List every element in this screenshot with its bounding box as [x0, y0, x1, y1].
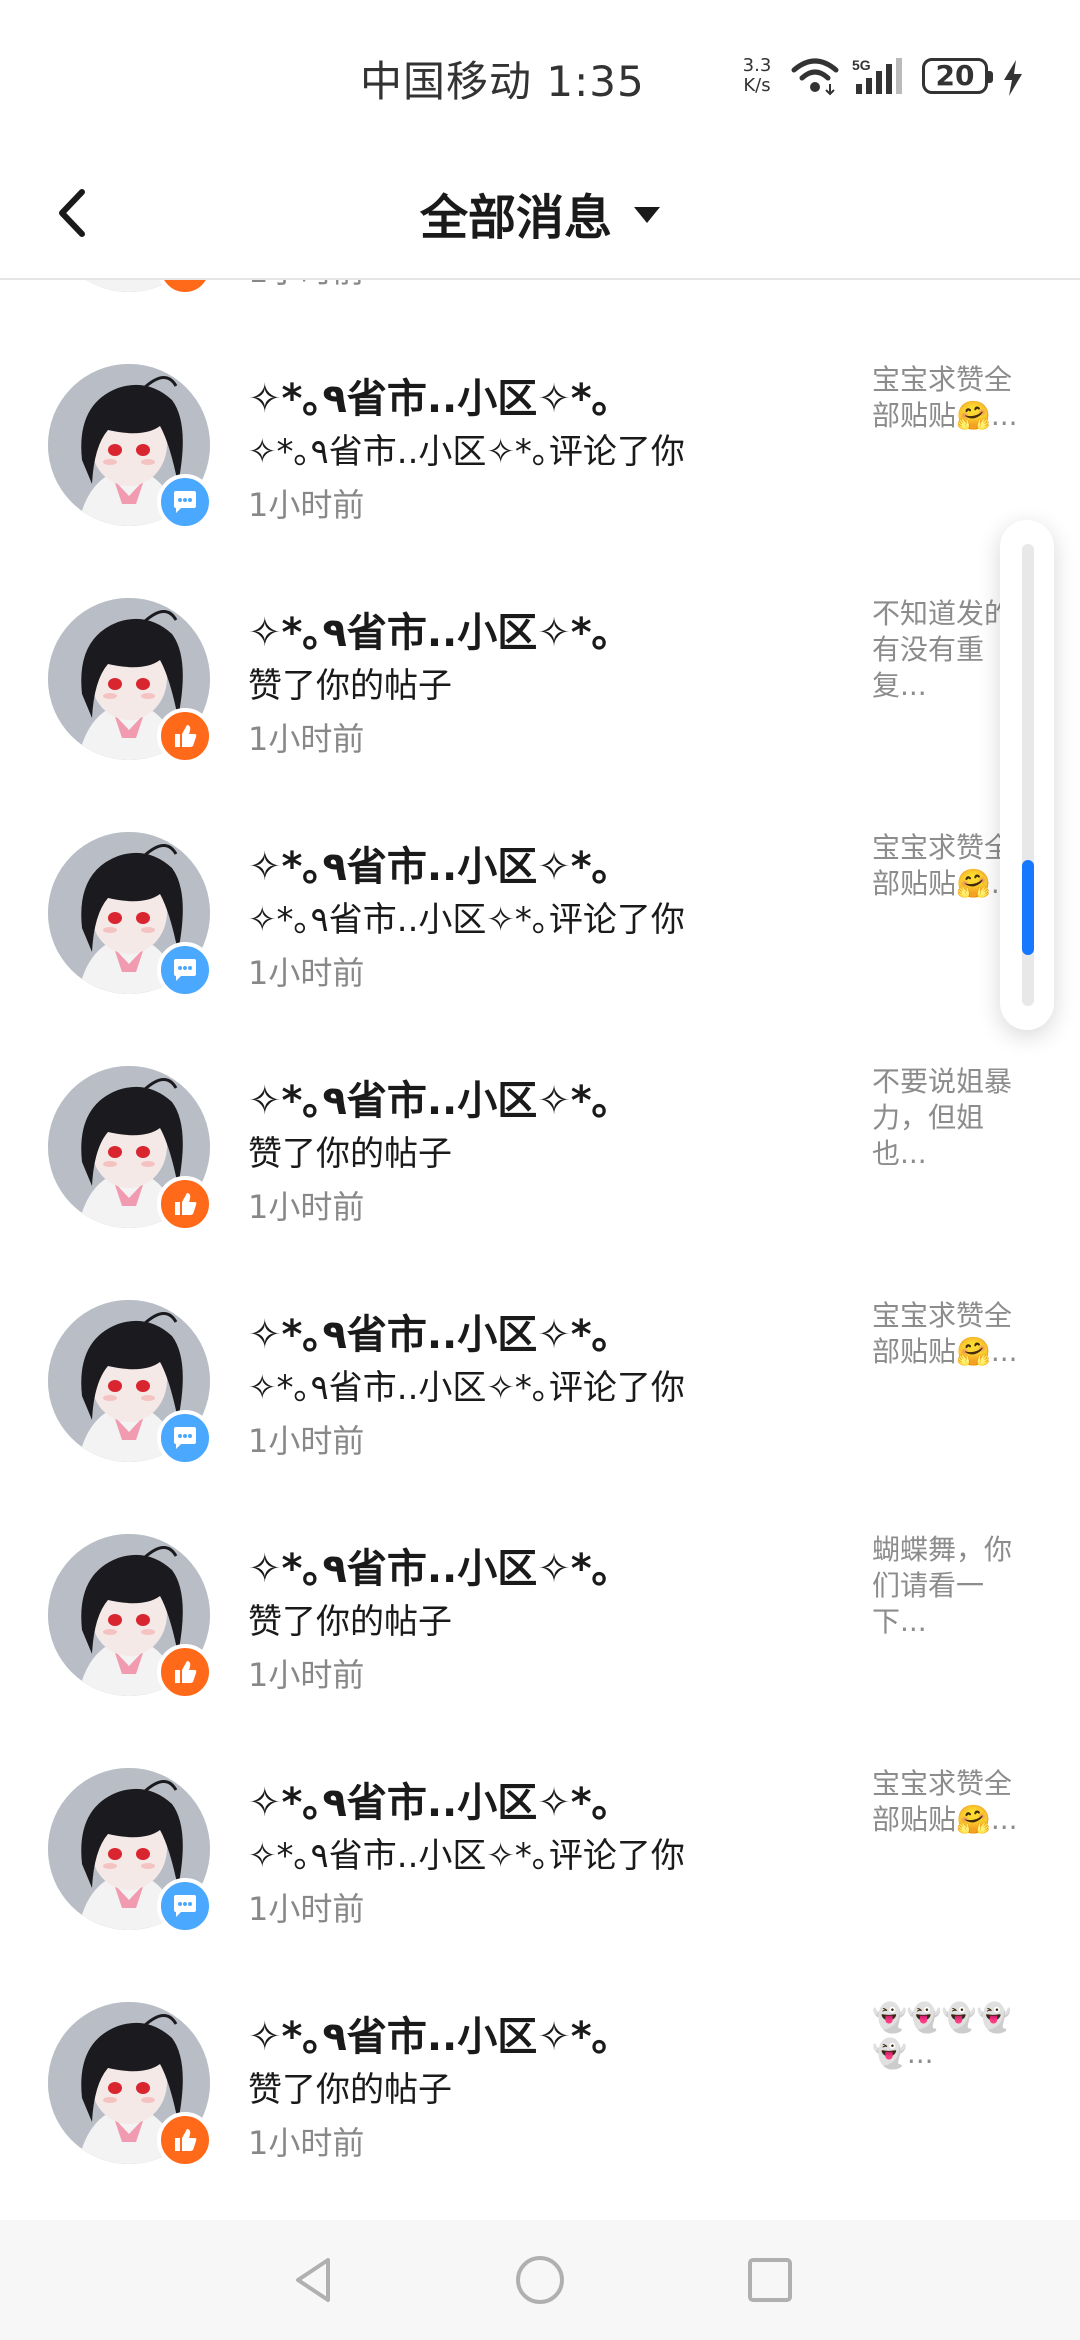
thumbs-up-icon — [157, 708, 213, 764]
notification-action: 赞了你的帖子 — [248, 1134, 452, 1174]
notification-row[interactable]: ✧*｡٩省市..小区✧*｡ ✧*｡٩省市..小区✧*｡评论了你 1小时前 宝宝求… — [0, 1728, 1080, 1962]
notification-time: 1小时前 — [248, 1422, 365, 1460]
status-bar: 中国移动 1:35 3.3 K/s 5G 20 — [0, 0, 1080, 150]
chat-bubble-icon — [157, 1878, 213, 1934]
status-carrier-time: 中国移动 1:35 — [360, 57, 645, 106]
network-speed-unit: K/s — [743, 75, 771, 96]
post-preview[interactable]: 👻👻👻👻👻... — [872, 2000, 1032, 2072]
network-type-label: 5G — [852, 57, 871, 73]
notification-row[interactable]: ✧*｡٩省市..小区✧*｡ 赞了你的帖子 1小时前 不要说姐暴力，但姐也... — [0, 1026, 1080, 1260]
network-speed-value: 3.3 — [742, 55, 772, 76]
notification-time: 1小时前 — [248, 1188, 365, 1226]
notification-row[interactable]: ✧*｡٩省市..小区✧*｡ ✧*｡٩省市..小区✧*｡评论了你 1小时前 宝宝求… — [0, 324, 1080, 558]
square-recent-icon[interactable] — [742, 2250, 798, 2310]
user-name[interactable]: ✧*｡٩省市..小区✧*｡ — [248, 2004, 612, 2062]
notification-time: 1小时前 — [248, 2124, 365, 2162]
message-filter-dropdown[interactable]: 全部消息 — [0, 178, 1080, 248]
wifi-icon — [791, 58, 839, 96]
notification-row[interactable]: ✧*｡٩省市..小区✧*｡ 赞了你的帖子 1小时前 不知道发的有没有重复... — [0, 558, 1080, 792]
notification-time: 1小时前 — [248, 954, 365, 992]
post-preview[interactable]: 蝴蝶舞，你们请看一下... — [872, 1532, 1032, 1640]
notification-time: 1小时前 — [248, 486, 365, 524]
scroll-thumb[interactable] — [1022, 859, 1034, 955]
thumbs-up-icon — [157, 1176, 213, 1232]
scroll-indicator[interactable] — [1000, 520, 1054, 1030]
notification-row[interactable]: ✧*｡٩省市..小区✧*｡ 赞了你的帖子 1小时前 蝴蝶舞，你们请看一下... — [0, 1494, 1080, 1728]
post-preview[interactable]: 不要说姐暴力，但姐也... — [872, 1064, 1032, 1172]
user-name[interactable]: ✧*｡٩省市..小区✧*｡ — [248, 1302, 612, 1360]
battery-icon: 20 — [922, 58, 993, 94]
notification-row[interactable]: ✧*｡٩省市..小区✧*｡ 赞了你的帖子 1小时前 一起玩的快... — [0, 280, 1080, 324]
notification-time: 1小时前 — [248, 280, 364, 292]
notification-row[interactable]: ✧*｡٩省市..小区✧*｡ 赞了你的帖子 1小时前 👻👻👻👻👻... — [0, 1962, 1080, 2196]
notification-list-content: ✧*｡٩省市..小区✧*｡ 赞了你的帖子 1小时前 一起玩的快... ✧*｡٩省… — [0, 280, 1080, 2196]
charging-bolt-icon — [1004, 60, 1022, 96]
chat-bubble-icon — [157, 1410, 213, 1466]
page-title: 全部消息 — [419, 190, 612, 246]
user-name[interactable]: ✧*｡٩省市..小区✧*｡ — [248, 834, 612, 892]
user-name[interactable]: ✧*｡٩省市..小区✧*｡ — [248, 1770, 612, 1828]
thumbs-up-icon — [157, 280, 213, 296]
thumbs-up-icon — [157, 2112, 213, 2168]
header: 全部消息 — [0, 150, 1080, 280]
post-preview[interactable]: 宝宝求赞全部贴贴🤗... — [872, 1298, 1032, 1370]
circle-home-icon[interactable] — [512, 2250, 568, 2310]
user-name[interactable]: ✧*｡٩省市..小区✧*｡ — [248, 600, 612, 658]
notification-time: 1小时前 — [248, 1890, 365, 1928]
signal-icon: 5G — [852, 57, 902, 94]
triangle-back-icon[interactable] — [286, 2250, 342, 2310]
notification-action: ✧*｡٩省市..小区✧*｡评论了你 — [248, 1836, 685, 1876]
notification-time: 1小时前 — [248, 720, 365, 758]
user-name[interactable]: ✧*｡٩省市..小区✧*｡ — [248, 1068, 612, 1126]
system-nav-bar — [0, 2220, 1080, 2340]
network-speed: 3.3 K/s — [737, 56, 777, 96]
thumbs-up-icon — [157, 1644, 213, 1700]
notification-row[interactable]: ✧*｡٩省市..小区✧*｡ ✧*｡٩省市..小区✧*｡评论了你 1小时前 宝宝求… — [0, 1260, 1080, 1494]
notification-action: ✧*｡٩省市..小区✧*｡评论了你 — [248, 432, 685, 472]
notification-action: ✧*｡٩省市..小区✧*｡评论了你 — [248, 900, 685, 940]
notification-row[interactable]: ✧*｡٩省市..小区✧*｡ ✧*｡٩省市..小区✧*｡评论了你 1小时前 宝宝求… — [0, 792, 1080, 1026]
post-preview[interactable]: 宝宝求赞全部贴贴🤗... — [872, 362, 1032, 434]
user-name[interactable]: ✧*｡٩省市..小区✧*｡ — [248, 1536, 612, 1594]
caret-down-icon — [634, 207, 660, 223]
notification-action: 赞了你的帖子 — [248, 2070, 452, 2110]
notification-list[interactable]: ✧*｡٩省市..小区✧*｡ 赞了你的帖子 1小时前 一起玩的快... ✧*｡٩省… — [0, 280, 1080, 2220]
notification-action: 赞了你的帖子 — [248, 666, 452, 706]
notification-time: 1小时前 — [248, 1656, 365, 1694]
user-name[interactable]: ✧*｡٩省市..小区✧*｡ — [248, 366, 612, 424]
notification-action: ✧*｡٩省市..小区✧*｡评论了你 — [248, 1368, 685, 1408]
post-preview[interactable]: 宝宝求赞全部贴贴🤗... — [872, 1766, 1032, 1838]
notification-action: 赞了你的帖子 — [248, 1602, 452, 1642]
chat-bubble-icon — [157, 474, 213, 530]
chat-bubble-icon — [157, 942, 213, 998]
battery-level: 20 — [935, 59, 975, 92]
